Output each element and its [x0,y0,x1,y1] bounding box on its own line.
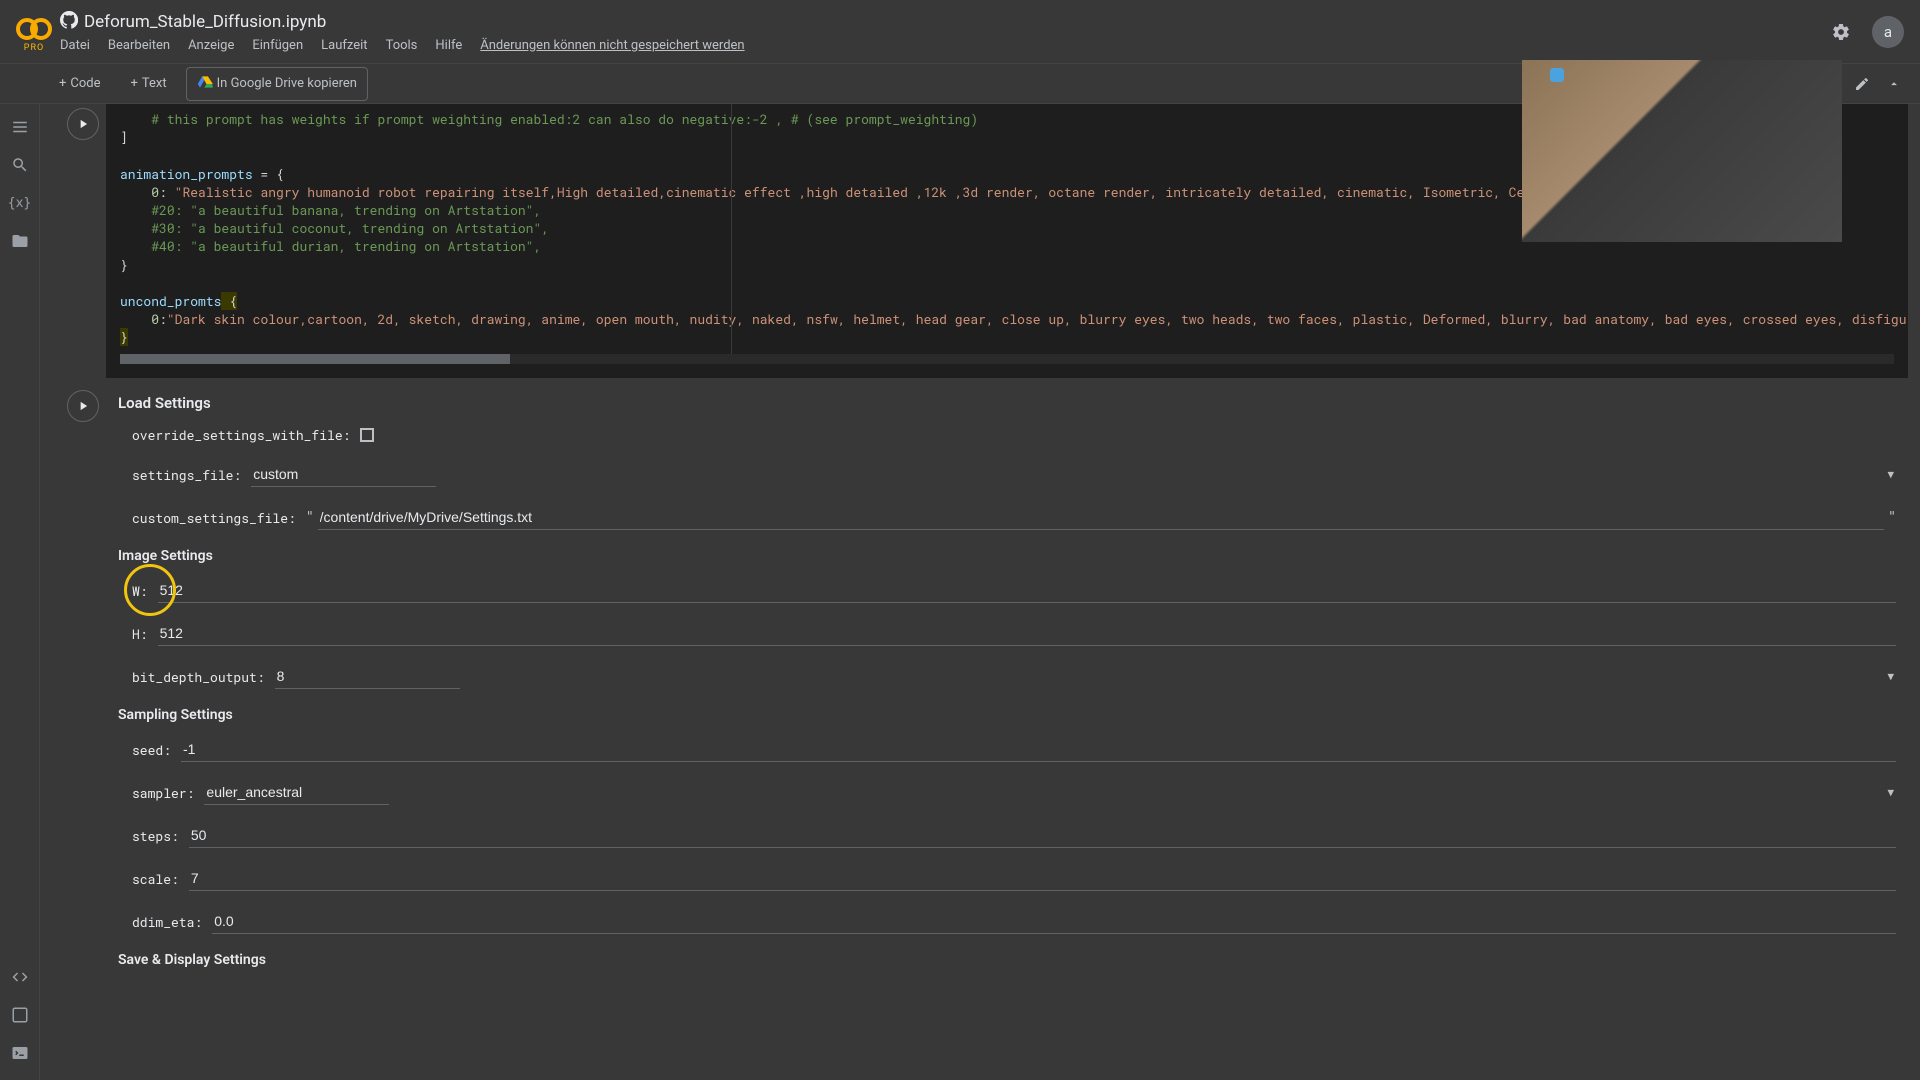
menu-datei[interactable]: Datei [60,38,90,53]
section-title-load: Load Settings [118,394,1896,412]
width-label: W: [132,582,148,600]
plus-icon: + [59,76,66,91]
terminal-icon[interactable] [3,1036,37,1070]
toc-icon[interactable] [3,110,37,144]
steps-label: steps: [132,827,179,845]
load-settings-cell: Load Settings override_settings_with_fil… [60,390,1908,986]
main-content[interactable]: # this prompt has weights if prompt weig… [40,104,1920,1080]
title-area: Deforum_Stable_Diffusion.ipynb Datei Bea… [60,11,1824,53]
menu-warning[interactable]: Änderungen können nicht gespeichert werd… [480,38,744,53]
bitdepth-select[interactable] [275,664,460,689]
ddim-eta-input[interactable] [212,909,1896,934]
avatar[interactable]: a [1872,16,1904,48]
pro-badge: PRO [24,43,44,53]
menu-bearbeiten[interactable]: Bearbeiten [108,38,170,53]
scale-input[interactable] [189,866,1896,891]
code-snippets-icon[interactable] [3,960,37,994]
github-icon [60,11,78,34]
add-text-button[interactable]: + Text [120,69,178,98]
webcam-overlay [1522,60,1842,242]
code-bracket: ] [120,128,128,146]
folder-icon[interactable] [3,224,37,258]
bitdepth-label: bit_depth_output: [132,668,265,686]
add-code-button[interactable]: + Code [48,69,112,98]
custom-settings-file-label: custom_settings_file: [132,509,296,527]
menu-anzeige[interactable]: Anzeige [188,38,234,53]
section-title-save: Save & Display Settings [118,952,1896,968]
notebook-title[interactable]: Deforum_Stable_Diffusion.ipynb [84,12,326,32]
width-input[interactable] [158,578,1896,603]
plus-icon: + [131,76,138,91]
header: PRO Deforum_Stable_Diffusion.ipynb Datei… [0,0,1920,64]
custom-settings-file-input[interactable] [318,505,1885,530]
section-title-sampling: Sampling Settings [118,707,1896,723]
logo-area: PRO [16,11,52,53]
scale-label: scale: [132,870,179,888]
steps-input[interactable] [189,823,1896,848]
menu-tools[interactable]: Tools [386,38,418,53]
copy-to-drive-button[interactable]: In Google Drive kopieren [186,67,368,101]
override-checkbox[interactable] [360,428,374,442]
menu-laufzeit[interactable]: Laufzeit [321,38,367,53]
search-icon[interactable] [3,148,37,182]
ddim-eta-label: ddim_eta: [132,913,202,931]
section-title-image: Image Settings [118,548,1896,564]
seed-input[interactable] [181,737,1896,762]
menu-bar: Datei Bearbeiten Anzeige Einfügen Laufze… [60,38,1824,53]
header-right: a [1824,15,1904,49]
scrollbar-thumb[interactable] [120,354,510,364]
seed-label: seed: [132,741,171,759]
quote-close: " [1888,510,1896,525]
command-palette-icon[interactable] [3,998,37,1032]
sampler-label: sampler: [132,784,194,802]
colab-logo: PRO [16,11,52,53]
add-code-label: Code [70,76,100,91]
copy-to-drive-label: In Google Drive kopieren [217,76,357,91]
toolbar-edit-icon[interactable] [1848,70,1876,98]
chevron-down-icon: ▾ [1887,467,1894,482]
menu-hilfe[interactable]: Hilfe [435,38,462,53]
drive-icon [197,74,213,94]
run-button[interactable] [67,108,99,140]
code-comment: # this prompt has weights if prompt weig… [151,110,978,128]
height-input[interactable] [158,621,1896,646]
settings-icon[interactable] [1824,15,1858,49]
chevron-down-icon: ▾ [1887,785,1894,800]
code-ruler [731,104,732,364]
add-text-label: Text [142,76,167,91]
chevron-down-icon: ▾ [1887,669,1894,684]
override-label: override_settings_with_file: [132,426,350,444]
left-sidebar: {x} [0,104,40,1080]
menu-einfuegen[interactable]: Einfügen [252,38,303,53]
horizontal-scrollbar[interactable] [120,354,1894,364]
toolbar-collapse-icon[interactable] [1880,70,1908,98]
settings-file-select[interactable] [251,462,436,487]
sampler-select[interactable] [204,780,389,805]
settings-file-label: settings_file: [132,466,241,484]
variables-icon[interactable]: {x} [3,186,37,220]
height-label: H: [132,625,148,643]
quote-open: " [306,510,314,525]
